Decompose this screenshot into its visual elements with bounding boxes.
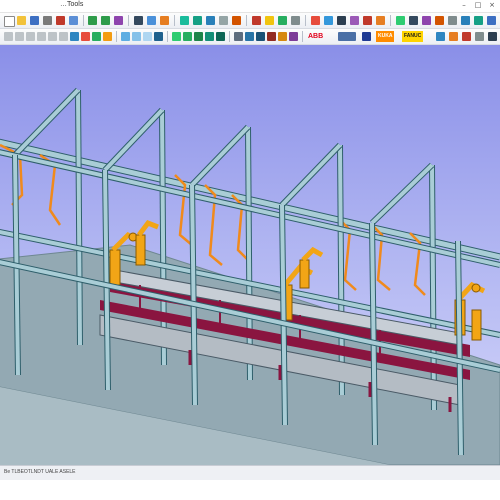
nachi-icon[interactable]	[449, 32, 458, 41]
teach-icon[interactable]	[172, 32, 181, 41]
robot-arm	[471, 309, 482, 341]
window-title: …Tools	[60, 1, 84, 8]
application-window: …Tools – □ × ABB KUKA FANUC Be TLBEOTLND…	[0, 0, 500, 500]
stop-icon[interactable]	[337, 16, 346, 25]
layer-icon[interactable]	[206, 16, 215, 25]
view-bottom-icon[interactable]	[37, 32, 46, 41]
view-right-icon[interactable]	[59, 32, 68, 41]
3d-viewport[interactable]	[0, 45, 500, 465]
select-icon[interactable]	[134, 16, 143, 25]
zoom-icon[interactable]	[180, 16, 189, 25]
toolbar-separator	[246, 15, 247, 26]
save-icon[interactable]	[30, 16, 39, 25]
status-bar: Be TLBEOTLNDT UALE ASELE	[0, 465, 500, 480]
toolbar-separator	[302, 31, 303, 42]
toolbar-separator	[229, 31, 230, 42]
new-file-icon[interactable]	[4, 16, 15, 27]
tool-icon[interactable]	[376, 16, 385, 25]
target-icon[interactable]	[183, 32, 192, 41]
robot-library-icon[interactable]	[338, 32, 356, 41]
window-icon[interactable]	[474, 16, 483, 25]
close-button[interactable]: ×	[486, 1, 498, 10]
view-left-icon[interactable]	[48, 32, 57, 41]
print-icon[interactable]	[43, 16, 52, 25]
more-icon[interactable]	[488, 32, 497, 41]
collision-icon[interactable]	[363, 16, 372, 25]
orange-dot-icon[interactable]	[103, 32, 112, 41]
toolbar-separator	[174, 15, 175, 26]
toolbar-separator	[305, 15, 306, 26]
robot-icon[interactable]	[232, 16, 241, 25]
maximize-button[interactable]: □	[472, 1, 484, 10]
library-icon[interactable]	[422, 16, 431, 25]
toolbar-separator	[390, 15, 391, 26]
view-back-icon[interactable]	[15, 32, 24, 41]
camera-icon[interactable]	[291, 16, 300, 25]
measure-icon[interactable]	[350, 16, 359, 25]
move-icon[interactable]	[147, 16, 156, 25]
cut-icon[interactable]	[56, 16, 65, 25]
view-icon[interactable]	[448, 16, 457, 25]
sequence-icon[interactable]	[205, 32, 214, 41]
status-text: Be TLBEOTLNDT UALE ASELE	[4, 469, 76, 475]
motoman-icon[interactable]	[436, 32, 445, 41]
path-icon[interactable]	[252, 16, 261, 25]
frame-icon[interactable]	[154, 32, 163, 41]
kawasaki-icon[interactable]	[462, 32, 471, 41]
copy-icon[interactable]	[69, 16, 78, 25]
toolbar-separator	[116, 31, 117, 42]
fit-icon[interactable]	[193, 16, 202, 25]
secondary-toolbar: ABB KUKA FANUC	[0, 29, 500, 45]
joint-icon[interactable]	[245, 32, 254, 41]
view-iso-icon[interactable]	[70, 32, 79, 41]
scene-canvas	[0, 87, 500, 465]
main-toolbar	[0, 13, 500, 29]
minimize-button[interactable]: –	[458, 1, 470, 10]
program-icon[interactable]	[216, 32, 225, 41]
help-icon[interactable]	[487, 16, 496, 25]
import-icon[interactable]	[409, 16, 418, 25]
signal-icon[interactable]	[289, 32, 298, 41]
export-icon[interactable]	[396, 16, 405, 25]
point-icon[interactable]	[194, 32, 203, 41]
limit-icon[interactable]	[267, 32, 276, 41]
robot-arm	[299, 246, 324, 289]
speed-icon[interactable]	[278, 32, 287, 41]
record-icon[interactable]	[311, 16, 320, 25]
toolbar-separator	[167, 31, 168, 42]
transparent-icon[interactable]	[143, 32, 152, 41]
green-dot-icon[interactable]	[92, 32, 101, 41]
weld-icon[interactable]	[265, 16, 274, 25]
title-bar: …Tools – □ ×	[0, 0, 500, 13]
view-front-icon[interactable]	[4, 32, 13, 41]
open-icon[interactable]	[17, 16, 26, 25]
undo-icon[interactable]	[88, 16, 97, 25]
axis-icon[interactable]	[256, 32, 265, 41]
fanuc-brand-button[interactable]: FANUC	[402, 31, 424, 42]
grid-icon[interactable]	[219, 16, 228, 25]
simulate-icon[interactable]	[278, 16, 287, 25]
abb-brand-button[interactable]: ABB	[306, 31, 325, 42]
toolbar-separator	[83, 15, 84, 26]
rotate-icon[interactable]	[160, 16, 169, 25]
kinematics-icon[interactable]	[362, 32, 371, 41]
play-icon[interactable]	[324, 16, 333, 25]
toolbar-separator	[128, 15, 129, 26]
wireframe-icon[interactable]	[121, 32, 130, 41]
paste-icon[interactable]	[114, 16, 123, 25]
page-margin	[0, 480, 500, 500]
kuka-brand-button[interactable]: KUKA	[376, 31, 395, 42]
view-top-icon[interactable]	[26, 32, 35, 41]
shaded-icon[interactable]	[132, 32, 141, 41]
redo-icon[interactable]	[101, 16, 110, 25]
jog-icon[interactable]	[234, 32, 243, 41]
red-dot-icon[interactable]	[81, 32, 90, 41]
cell-icon[interactable]	[435, 16, 444, 25]
generic-robot-icon[interactable]	[475, 32, 484, 41]
settings-icon[interactable]	[461, 16, 470, 25]
